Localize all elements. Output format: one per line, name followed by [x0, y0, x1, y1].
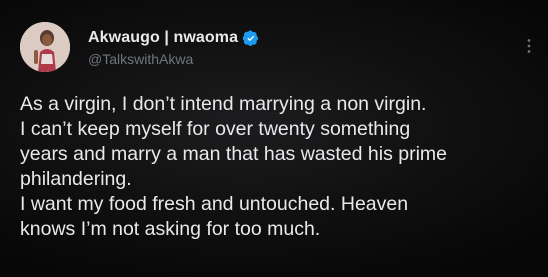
tweet-body-line: knows I’m not asking for too much. — [20, 218, 321, 240]
tweet-body-line: I can’t keep myself for over twenty some… — [20, 118, 411, 140]
tweet-body-line: As a virgin, I don’t intend marrying a n… — [20, 93, 427, 115]
tweet-header: Akwaugo | nwaoma @TalkswithAkwa — [88, 28, 259, 67]
profile-avatar[interactable] — [20, 22, 70, 72]
avatar-image — [20, 22, 70, 72]
author-name-row: Akwaugo | nwaoma — [88, 28, 259, 48]
more-options-icon[interactable] — [526, 38, 532, 54]
tweet-card: Akwaugo | nwaoma @TalkswithAkwa As a vir… — [0, 0, 548, 277]
tweet-body-line: philandering. — [20, 168, 132, 190]
author-display-name[interactable]: Akwaugo | nwaoma — [88, 29, 238, 47]
verified-badge-icon — [242, 30, 259, 46]
author-handle[interactable]: @TalkswithAkwa — [88, 51, 259, 67]
tweet-body-line: I want my food fresh and untouched. Heav… — [20, 193, 409, 215]
tweet-body-line: years and marry a man that has wasted hi… — [20, 143, 448, 165]
tweet-body: As a virgin, I don’t intend marrying a n… — [20, 92, 530, 242]
